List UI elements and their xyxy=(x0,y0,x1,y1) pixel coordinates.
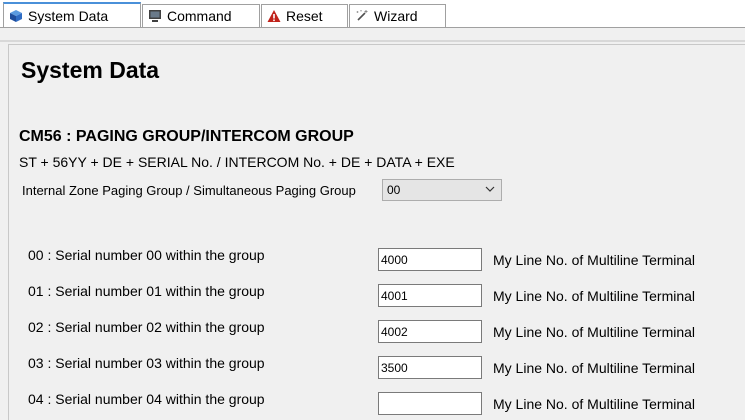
tab-label: System Data xyxy=(28,8,109,24)
row-input-03[interactable] xyxy=(378,356,482,379)
row-label-04: 04 : Serial number 04 within the group xyxy=(28,391,265,407)
row-desc-02: My Line No. of Multiline Terminal xyxy=(493,324,696,340)
paging-group-label: Internal Zone Paging Group / Simultaneou… xyxy=(22,183,356,198)
tab-system-data[interactable]: System Data xyxy=(3,2,141,28)
row-input-04[interactable] xyxy=(378,392,482,415)
paging-group-select[interactable]: 00 xyxy=(382,179,502,201)
row-label-03: 03 : Serial number 03 within the group xyxy=(28,355,265,371)
tab-command[interactable]: Command xyxy=(142,4,260,27)
warning-icon xyxy=(267,10,281,22)
separator xyxy=(0,40,745,42)
row-input-01[interactable] xyxy=(378,284,482,307)
tab-wizard[interactable]: Wizard xyxy=(349,4,446,27)
system-data-panel: System Data CM56 : PAGING GROUP/INTERCOM… xyxy=(8,44,745,420)
row-input-00[interactable] xyxy=(378,248,482,271)
magic-wand-icon xyxy=(356,10,368,21)
row-label-00: 00 : Serial number 00 within the group xyxy=(28,247,265,263)
page-title: System Data xyxy=(21,57,160,83)
command-formula: ST + 56YY + DE + SERIAL No. / INTERCOM N… xyxy=(19,154,455,170)
tab-label: Command xyxy=(167,8,232,24)
tab-label: Wizard xyxy=(374,8,418,24)
row-label-02: 02 : Serial number 02 within the group xyxy=(28,319,265,335)
monitor-icon xyxy=(149,10,161,22)
row-label-01: 01 : Serial number 01 within the group xyxy=(28,283,265,299)
tab-label: Reset xyxy=(286,8,323,24)
row-desc-01: My Line No. of Multiline Terminal xyxy=(493,288,696,304)
command-title: CM56 : PAGING GROUP/INTERCOM GROUP xyxy=(19,128,354,145)
paging-group-value: 00 xyxy=(387,183,401,197)
row-desc-00: My Line No. of Multiline Terminal xyxy=(493,252,696,268)
chevron-down-icon xyxy=(485,186,495,192)
row-desc-03: My Line No. of Multiline Terminal xyxy=(493,360,696,376)
tab-bar: System Data Command Reset Wizard xyxy=(0,0,745,28)
cube-icon xyxy=(10,10,22,22)
row-input-02[interactable] xyxy=(378,320,482,343)
row-desc-04: My Line No. of Multiline Terminal xyxy=(493,396,696,412)
tab-reset[interactable]: Reset xyxy=(261,4,348,27)
